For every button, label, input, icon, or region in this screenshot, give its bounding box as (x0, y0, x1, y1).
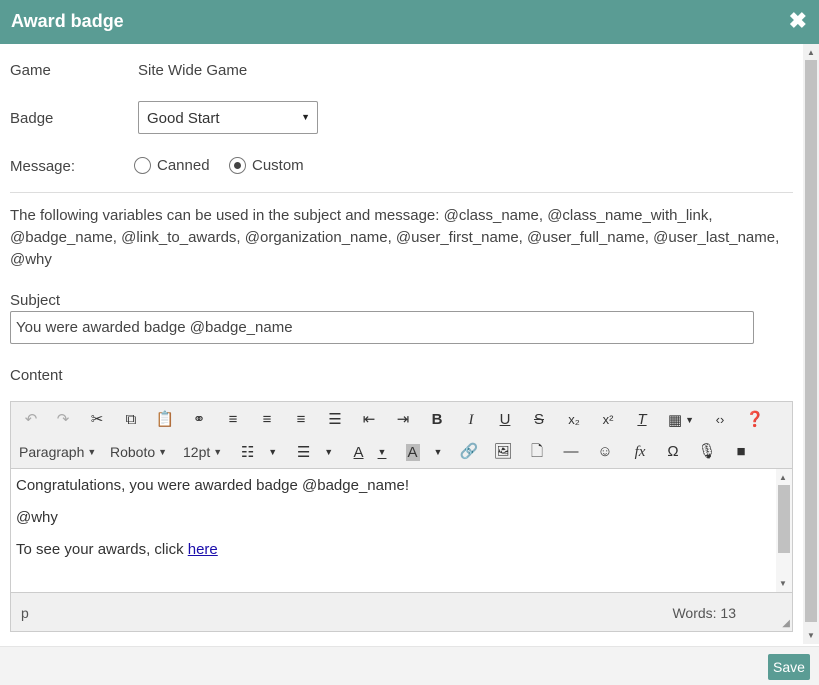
image-icon[interactable]: 🖼 (493, 436, 513, 468)
source-code-icon[interactable]: ‹› (709, 404, 731, 436)
horizontal-rule-icon[interactable]: — (561, 436, 581, 468)
content-line-2: @why (16, 509, 58, 526)
editor-statusbar: p Words: 13 ◢ (11, 592, 792, 631)
rich-text-editor: ↶ ↷ ✂ ⧉ 📋 ⚭ ≡ ≡ ≡ ☰ ⇤ ⇥ B I U S x₂ x² T … (10, 401, 793, 632)
document-icon[interactable]: 🗋 (527, 436, 547, 468)
align-left-icon[interactable]: ≡ (223, 404, 243, 436)
page-scrollbar-thumb[interactable] (805, 60, 817, 622)
content-label: Content (10, 367, 63, 384)
format-dropdown-label: Paragraph (19, 444, 85, 460)
bullet-list-icon[interactable]: ☷ ▼ (239, 436, 279, 468)
help-icon[interactable]: ❓ (745, 404, 765, 436)
page-scroll-down-icon[interactable]: ▼ (807, 631, 815, 640)
undo-icon[interactable]: ↶ (21, 404, 41, 436)
bold-icon[interactable]: B (427, 404, 447, 436)
game-value: Site Wide Game (138, 62, 248, 79)
editor-scrollbar[interactable]: ▲ ▼ (776, 469, 792, 592)
subject-input[interactable] (10, 311, 754, 344)
content-line-3-text: To see your awards, click (16, 541, 188, 558)
divider (10, 192, 793, 193)
message-label: Message: (10, 158, 76, 175)
subscript-icon[interactable]: x₂ (563, 404, 585, 436)
italic-icon[interactable]: I (461, 404, 481, 436)
video-icon[interactable]: ■ (731, 436, 751, 468)
scroll-down-icon[interactable]: ▼ (779, 579, 787, 588)
dialog-title: Award badge (11, 11, 124, 31)
format-dropdown[interactable]: Paragraph ▼ (19, 436, 96, 468)
dialog-footer: Save (0, 646, 819, 685)
badge-label: Badge (10, 110, 54, 127)
content-line-1: Congratulations, you were awarded badge … (16, 477, 409, 494)
strikethrough-icon[interactable]: S (529, 404, 549, 436)
save-button[interactable]: Save (768, 654, 810, 680)
text-color-icon[interactable]: A ▼ (349, 436, 391, 468)
align-justify-icon[interactable]: ☰ (325, 404, 345, 436)
badge-select[interactable]: Good Start ▼ (138, 101, 318, 134)
font-size-dropdown-label: 12pt (183, 444, 211, 460)
link-icon[interactable]: 🔗 (459, 436, 479, 468)
underline-icon[interactable]: U (495, 404, 515, 436)
content-line-3: To see your awards, click here (16, 541, 218, 558)
emoticon-icon[interactable]: ☺ (595, 436, 615, 468)
table-icon[interactable]: ▦ ▼ (665, 404, 697, 436)
radio-custom[interactable] (229, 157, 246, 174)
audio-icon[interactable]: 🎙 (697, 436, 717, 468)
editor-content-area[interactable]: Congratulations, you were awarded badge … (11, 468, 792, 592)
variables-help-text: The following variables can be used in t… (10, 207, 780, 268)
chevron-down-icon: ▼ (301, 112, 310, 122)
font-size-dropdown[interactable]: 12pt ▼ (183, 436, 222, 468)
word-count: Words: 13 (672, 605, 736, 621)
formula-icon[interactable]: fx (629, 436, 651, 468)
subject-label: Subject (10, 292, 61, 309)
superscript-icon[interactable]: x² (597, 404, 619, 436)
radio-canned[interactable] (134, 157, 151, 174)
editor-toolbar-1: ↶ ↷ ✂ ⧉ 📋 ⚭ ≡ ≡ ≡ ☰ ⇤ ⇥ B I U S x₂ x² T … (11, 404, 792, 436)
special-character-icon[interactable]: Ω (663, 436, 683, 468)
numbered-list-icon[interactable]: ☰ ▼ (295, 436, 335, 468)
game-label: Game (10, 62, 51, 79)
clear-formatting-icon[interactable]: T (631, 404, 653, 436)
awards-link[interactable]: here (188, 541, 218, 558)
dialog-header: Award badge ✖ (0, 0, 819, 44)
paste-icon[interactable]: 📋 (155, 404, 175, 436)
badge-select-value: Good Start (147, 110, 220, 127)
outdent-icon[interactable]: ⇤ (359, 404, 379, 436)
indent-icon[interactable]: ⇥ (393, 404, 413, 436)
align-right-icon[interactable]: ≡ (291, 404, 311, 436)
editor-toolbar-2: Paragraph ▼ Roboto ▼ 12pt ▼ ☷ ▼ ☰ ▼ A ▼ A ▼ 🔗 🖼… (11, 436, 792, 468)
align-center-icon[interactable]: ≡ (257, 404, 277, 436)
page-scrollbar[interactable]: ▲ ▼ (803, 44, 819, 644)
font-dropdown-label: Roboto (110, 444, 156, 460)
background-color-icon[interactable]: A ▼ (403, 436, 445, 468)
cut-icon[interactable]: ✂ (87, 404, 107, 436)
editor-scrollbar-thumb[interactable] (778, 485, 790, 553)
element-path[interactable]: p (21, 605, 29, 621)
redo-icon[interactable]: ↷ (53, 404, 73, 436)
radio-custom-label[interactable]: Custom (252, 157, 304, 174)
copy-icon[interactable]: ⧉ (121, 404, 141, 436)
find-replace-icon[interactable]: ⚭ (189, 404, 209, 436)
close-icon[interactable]: ✖ (789, 9, 807, 33)
resize-grip-icon[interactable]: ◢ (782, 618, 790, 629)
radio-canned-label[interactable]: Canned (157, 157, 210, 174)
page-scroll-up-icon[interactable]: ▲ (807, 48, 815, 57)
scroll-up-icon[interactable]: ▲ (779, 473, 787, 482)
font-dropdown[interactable]: Roboto ▼ (110, 436, 167, 468)
